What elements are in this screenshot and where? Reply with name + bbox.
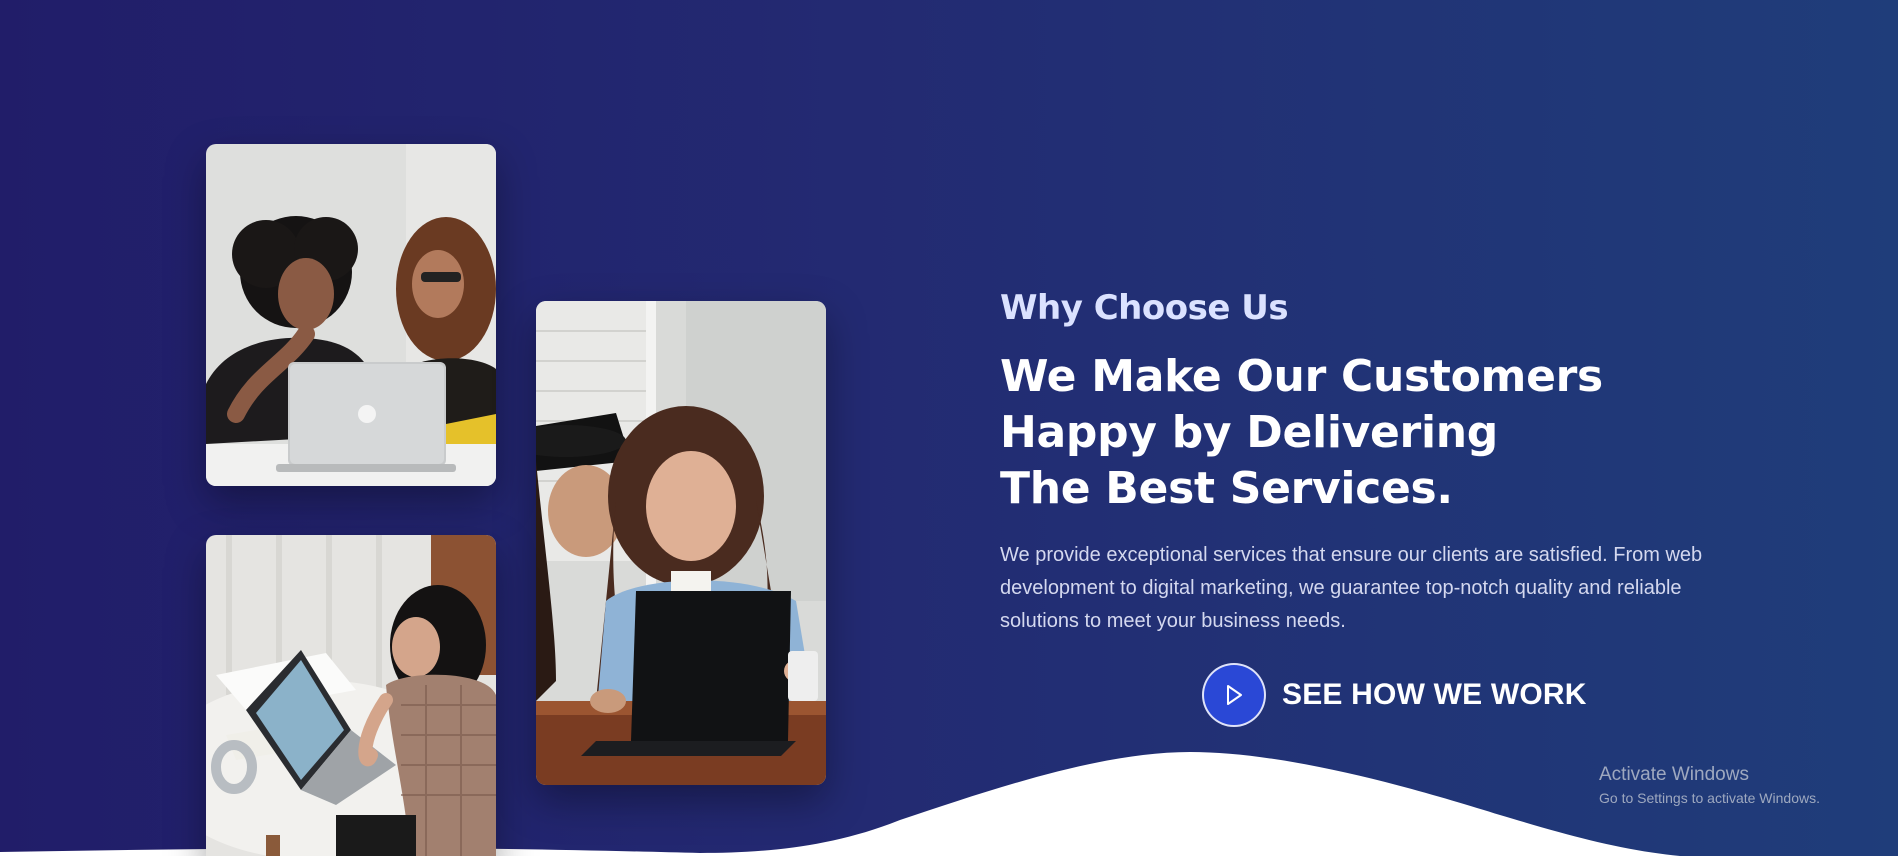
headline-line: The Best Services. xyxy=(1000,463,1453,515)
section-headline: We Make Our Customers Happy by Deliverin… xyxy=(1000,349,1720,517)
photo-two-women-laptop xyxy=(206,144,496,486)
windows-activation-watermark: Activate Windows Go to Settings to activ… xyxy=(1599,764,1820,806)
photo-women-chromebook xyxy=(536,301,826,785)
play-icon xyxy=(1227,685,1242,705)
headline-line: Happy by Delivering xyxy=(1000,407,1498,459)
cta-label[interactable]: SEE HOW WE WORK xyxy=(1282,678,1587,712)
watermark-title: Activate Windows xyxy=(1599,764,1749,785)
watermark-subtitle: Go to Settings to activate Windows. xyxy=(1599,790,1820,806)
why-choose-us-content: Why Choose Us We Make Our Customers Happ… xyxy=(1000,288,1720,638)
see-how-we-work-button[interactable]: SEE HOW WE WORK xyxy=(1202,663,1587,727)
section-eyebrow: Why Choose Us xyxy=(1000,288,1289,328)
why-choose-us-section: Why Choose Us We Make Our Customers Happ… xyxy=(0,0,1898,856)
play-button[interactable] xyxy=(1202,663,1266,727)
headline-line: We Make Our Customers xyxy=(1000,351,1603,403)
section-description: We provide exceptional services that ens… xyxy=(1000,544,1703,633)
photo-woman-desk xyxy=(206,535,496,856)
